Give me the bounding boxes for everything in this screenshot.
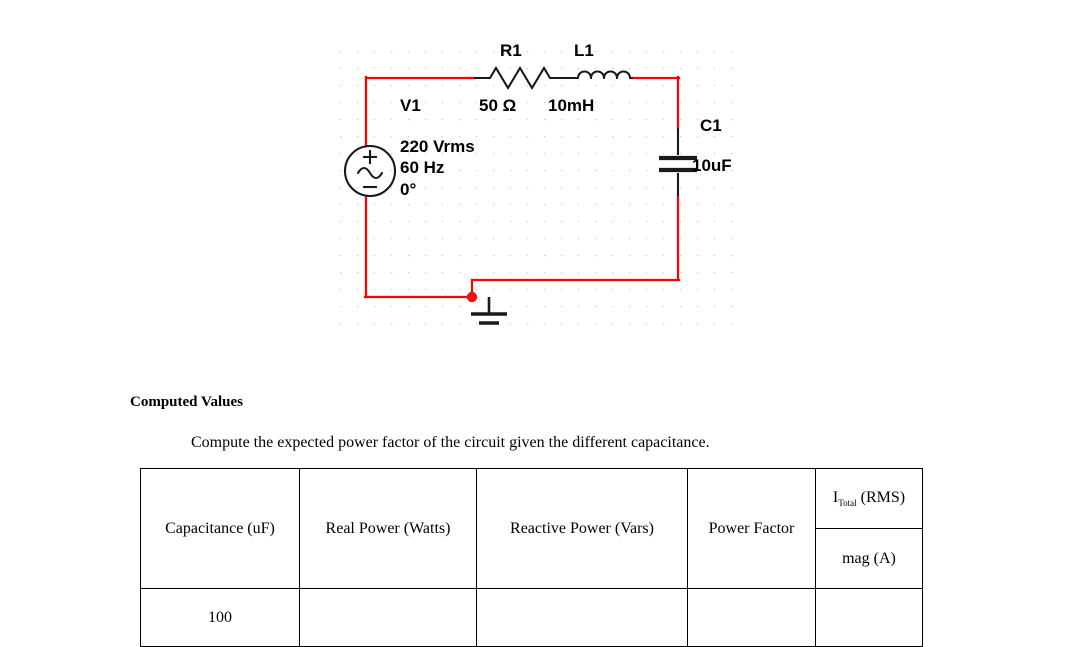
source-voltage-label: 220 Vrms	[400, 137, 475, 156]
computed-values-instruction: Compute the expected power factor of the…	[191, 434, 710, 451]
cell-current-mag[interactable]	[815, 588, 923, 647]
header-current-rms: ITotal (RMS)	[815, 468, 923, 529]
header-current-mag: mag (A)	[815, 528, 923, 589]
header-capacitance: Capacitance (uF)	[140, 468, 300, 589]
resistor-value-label: 50 Ω	[479, 96, 517, 115]
cell-reactive-power[interactable]	[476, 588, 688, 647]
source-frequency-label: 60 Hz	[400, 158, 445, 177]
cell-capacitance[interactable]: 100	[140, 588, 300, 647]
source-phase-label: 0°	[400, 180, 417, 199]
inductor-ref-label: L1	[574, 41, 594, 60]
computed-values-table: Capacitance (uF) Real Power (Watts) Reac…	[140, 468, 923, 647]
grid-background	[338, 38, 742, 336]
table-row: 100	[140, 588, 923, 647]
resistor-ref-label: R1	[500, 41, 522, 60]
circuit-diagram-svg	[338, 38, 742, 336]
inductor-value-label: 10mH	[548, 96, 595, 115]
circuit-schematic: R1 L1 V1 50 Ω 10mH C1 10uF 220 Vrms 60 H…	[0, 0, 1080, 370]
header-reactive-power: Reactive Power (Vars)	[476, 468, 688, 589]
capacitor-value-label: 10uF	[692, 156, 732, 175]
header-current-rms-text: (RMS)	[856, 488, 906, 506]
cell-real-power[interactable]	[299, 588, 477, 647]
header-power-factor: Power Factor	[687, 468, 816, 589]
junction-dot-icon	[466, 291, 478, 303]
table-header-row: Capacitance (uF) Real Power (Watts) Reac…	[140, 468, 923, 589]
cell-power-factor[interactable]	[687, 588, 816, 647]
capacitor-ref-label: C1	[700, 116, 722, 135]
source-ref-label: V1	[400, 96, 421, 115]
header-real-power: Real Power (Watts)	[299, 468, 477, 589]
header-current-subscript: Total	[838, 498, 857, 509]
computed-values-heading: Computed Values	[130, 394, 243, 410]
